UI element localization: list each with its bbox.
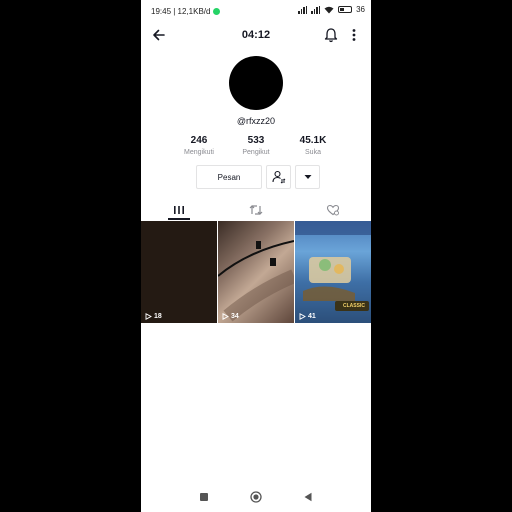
message-button[interactable]: Pesan xyxy=(196,165,262,189)
view-count-text: 34 xyxy=(231,313,239,320)
play-icon xyxy=(222,313,229,320)
view-count: 34 xyxy=(222,313,239,320)
top-bar: 04:12 xyxy=(141,24,371,48)
recents-button[interactable] xyxy=(200,493,208,501)
view-count: 41 xyxy=(299,313,316,320)
signal-icon-2 xyxy=(311,5,321,14)
liked-heart-icon xyxy=(326,204,340,216)
username: @rfxzz20 xyxy=(236,116,276,126)
back-button[interactable] xyxy=(303,492,313,502)
stat-label: Mengikuti xyxy=(184,149,214,156)
follow-toggle-button[interactable] xyxy=(266,165,291,189)
status-bar: 19:45 | 12,1KB/d 36 xyxy=(141,0,371,22)
video-thumbnail[interactable]: CLASSIC 41 xyxy=(295,221,371,323)
classic-badge: CLASSIC xyxy=(343,303,365,309)
stat-value: 246 xyxy=(190,135,208,146)
video-thumbnail[interactable]: 34 xyxy=(218,221,294,323)
whatsapp-icon xyxy=(213,8,221,15)
home-button[interactable] xyxy=(250,491,262,503)
battery-icon xyxy=(338,6,353,13)
stat-label: Pengikut xyxy=(242,149,270,156)
system-nav-bar xyxy=(141,485,371,509)
view-count-text: 41 xyxy=(308,313,316,320)
video-thumbnail[interactable]: 18 xyxy=(141,221,217,323)
view-count: 18 xyxy=(145,313,162,320)
avatar[interactable] xyxy=(229,56,283,110)
repost-icon xyxy=(249,205,263,215)
tab-videos[interactable] xyxy=(141,200,217,220)
stat-label: Suka xyxy=(305,149,321,156)
more-options-button[interactable] xyxy=(295,165,320,189)
video-grid: 18 34 CLASSIC 41 xyxy=(141,221,371,323)
person-swap-icon xyxy=(271,170,285,184)
stat-likes[interactable]: 45.1K Suka xyxy=(288,135,338,156)
stat-value: 533 xyxy=(247,135,265,146)
stat-following[interactable]: 246 Mengikuti xyxy=(174,135,224,156)
caret-down-icon xyxy=(304,175,311,179)
play-icon xyxy=(145,313,152,320)
phone-screen: 19:45 | 12,1KB/d 36 04:12 @rfxzz20 246 M… xyxy=(141,0,371,512)
status-left: 19:45 | 12,1KB/d xyxy=(151,7,221,16)
signal-icon xyxy=(298,5,308,14)
play-icon xyxy=(299,313,306,320)
thumbnail-image xyxy=(218,240,294,322)
tab-reposts[interactable] xyxy=(218,200,294,220)
view-count-text: 18 xyxy=(154,313,162,320)
grid-icon xyxy=(174,206,184,214)
profile-tabs xyxy=(141,200,371,220)
status-time: 19:45 | 12,1KB/d xyxy=(151,7,211,16)
stat-value: 45.1K xyxy=(299,135,327,146)
more-vertical-icon[interactable] xyxy=(348,27,360,43)
status-right: 36 xyxy=(298,5,365,14)
battery-level: 36 xyxy=(356,5,365,14)
tab-liked[interactable] xyxy=(295,200,371,220)
stat-followers[interactable]: 533 Pengikut xyxy=(231,135,281,156)
bell-icon[interactable] xyxy=(324,27,338,43)
active-tab-indicator xyxy=(168,218,190,220)
wifi-icon xyxy=(324,6,334,13)
